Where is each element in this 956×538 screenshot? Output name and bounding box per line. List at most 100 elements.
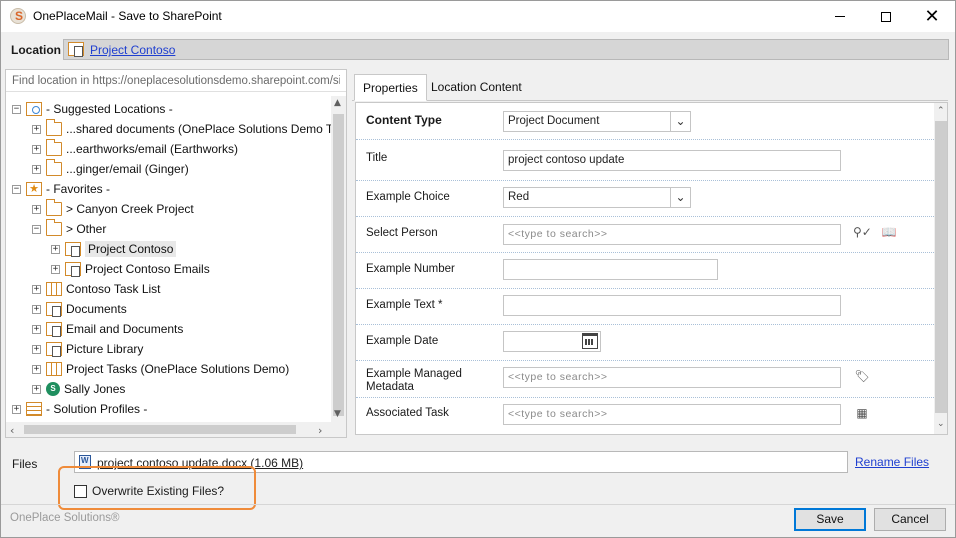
tree-node-project-tasks[interactable]: + Project Tasks (OnePlace Solutions Demo… [32, 359, 289, 379]
scroll-up-icon[interactable]: ⌃ [937, 106, 945, 116]
form-vertical-scrollbar[interactable]: ⌃ ⌄ [934, 103, 947, 434]
brand-text: OnePlace Solutions® [10, 512, 120, 524]
title-label: Title [366, 152, 388, 164]
folder-icon [46, 159, 62, 176]
maximize-icon [881, 11, 891, 22]
example-number-input[interactable] [503, 259, 718, 280]
tree-node-ginger-email[interactable]: + ...ginger/email (Ginger) [32, 159, 189, 179]
tree-node-label: Contoso Task List [66, 282, 161, 296]
save-button[interactable]: Save [794, 508, 866, 531]
location-label: Location [11, 43, 61, 57]
check-names-icon[interactable]: ⚲✓ [853, 225, 872, 239]
properties-panel: Properties Location Content Content Type… [352, 73, 950, 437]
associated-task-input[interactable]: <<type to search>> [503, 404, 841, 425]
rename-files-link[interactable]: Rename Files [855, 455, 929, 469]
oneplace-app-icon: S [10, 8, 26, 24]
list-icon [46, 282, 62, 296]
tree-node-other[interactable]: − > Other [32, 219, 106, 239]
scrollbar-thumb[interactable] [935, 121, 947, 413]
chevron-down-icon[interactable]: ⌄ [670, 112, 690, 131]
chevron-down-icon[interactable]: ⌄ [670, 188, 690, 207]
form-row-person: Select Person <<type to search>> ⚲✓ 📖 [356, 217, 934, 253]
tree-node-email-and-documents[interactable]: + Email and Documents [32, 319, 183, 339]
scroll-left-icon[interactable]: ‹ [10, 424, 14, 437]
save-dialog: S OnePlaceMail - Save to SharePoint ✕ Lo… [0, 0, 956, 538]
example-text-input[interactable] [503, 295, 841, 316]
tree-node-canyon-creek[interactable]: + > Canyon Creek Project [32, 199, 194, 219]
select-person-input[interactable]: <<type to search>> [503, 224, 841, 245]
collapse-icon[interactable]: − [12, 184, 21, 194]
term-picker-icon[interactable]: 🏷 [853, 369, 871, 383]
tree-node-project-contoso[interactable]: + Project Contoso [51, 239, 177, 259]
tree-node-label: - Favorites - [46, 182, 111, 196]
calendar-icon[interactable] [582, 333, 598, 349]
scroll-right-icon[interactable]: › [318, 424, 322, 437]
tree-node-label: - Suggested Locations - [46, 102, 173, 116]
scrollbar-thumb[interactable] [24, 425, 296, 434]
cancel-button[interactable]: Cancel [874, 508, 946, 531]
tree-node-picture-library[interactable]: + Picture Library [32, 339, 143, 359]
expand-icon[interactable]: + [32, 144, 41, 154]
overwrite-existing-checkbox[interactable] [74, 485, 87, 498]
expand-icon[interactable]: + [32, 344, 41, 354]
scrollbar-thumb[interactable] [333, 114, 344, 416]
picture-library-icon [46, 342, 62, 357]
tab-properties[interactable]: Properties [354, 74, 427, 101]
expand-icon[interactable]: + [32, 364, 41, 374]
tree-vertical-scrollbar[interactable]: ▲ ▼ [331, 96, 346, 422]
tree-node-favorites[interactable]: − ★ - Favorites - [12, 179, 110, 199]
maximize-button[interactable] [863, 1, 909, 32]
expand-icon[interactable]: + [51, 244, 60, 254]
location-path-link[interactable]: Project Contoso [90, 43, 175, 57]
collapse-icon[interactable]: − [12, 104, 21, 114]
tree-node-project-contoso-emails[interactable]: + Project Contoso Emails [51, 259, 210, 279]
minimize-button[interactable] [817, 1, 863, 32]
expand-icon[interactable]: + [12, 404, 21, 414]
tree-node-label: Email and Documents [66, 322, 184, 336]
scroll-up-icon[interactable]: ▲ [334, 98, 341, 108]
overwrite-existing-label[interactable]: Overwrite Existing Files? [92, 484, 224, 498]
document-library-icon [46, 302, 62, 317]
scroll-down-icon[interactable]: ▼ [334, 409, 341, 419]
collapse-icon[interactable]: − [32, 224, 41, 234]
expand-icon[interactable]: + [32, 304, 41, 314]
location-path-field: Project Contoso [63, 39, 949, 60]
content-type-select[interactable]: Project Document ⌄ [503, 111, 691, 132]
expand-icon[interactable]: + [32, 284, 41, 294]
tree-node-label: ...shared documents (OnePlace Solutions … [66, 122, 331, 136]
tree-node-label: Project Tasks (OnePlace Solutions Demo) [66, 362, 290, 376]
tree-horizontal-scrollbar[interactable]: ‹ › [6, 422, 331, 437]
footer-divider [1, 504, 955, 505]
lookup-browse-icon[interactable]: ▦ [853, 406, 871, 420]
tree-node-suggested-locations[interactable]: − - Suggested Locations - [12, 99, 173, 119]
expand-icon[interactable]: + [51, 264, 60, 274]
close-button[interactable]: ✕ [909, 1, 955, 32]
expand-icon[interactable]: + [32, 204, 41, 214]
scroll-down-icon[interactable]: ⌄ [937, 419, 945, 429]
example-choice-select[interactable]: Red ⌄ [503, 187, 691, 208]
expand-icon[interactable]: + [32, 124, 41, 134]
address-book-icon[interactable]: 📖 [880, 225, 898, 239]
example-date-input[interactable] [503, 331, 601, 352]
title-input[interactable]: project contoso update [503, 150, 841, 171]
tree-node-solution-profiles[interactable]: + - Solution Profiles - [12, 399, 147, 419]
tree-node-sally-jones[interactable]: + S Sally Jones [32, 379, 125, 399]
location-tree-panel: − - Suggested Locations - + ...shared do… [5, 69, 347, 438]
associated-task-label: Associated Task [366, 407, 449, 419]
expand-icon[interactable]: + [32, 384, 41, 394]
tree-node-documents[interactable]: + Documents [32, 299, 127, 319]
example-number-label: Example Number [366, 263, 455, 275]
tree-node-earthworks-email[interactable]: + ...earthworks/email (Earthworks) [32, 139, 238, 159]
folder-icon [46, 139, 62, 156]
tree-node-label: - Solution Profiles - [46, 402, 148, 416]
expand-icon[interactable]: + [32, 164, 41, 174]
document-library-icon [46, 322, 62, 337]
find-location-input[interactable] [6, 70, 346, 92]
tab-location-content[interactable]: Location Content [423, 74, 530, 101]
managed-metadata-input[interactable]: <<type to search>> [503, 367, 841, 388]
expand-icon[interactable]: + [32, 324, 41, 334]
tree-node-contoso-task-list[interactable]: + Contoso Task List [32, 279, 161, 299]
tree-node-shared-documents[interactable]: + ...shared documents (OnePlace Solution… [32, 119, 331, 139]
example-text-label: Example Text * [366, 299, 443, 311]
document-library-icon [65, 242, 81, 257]
